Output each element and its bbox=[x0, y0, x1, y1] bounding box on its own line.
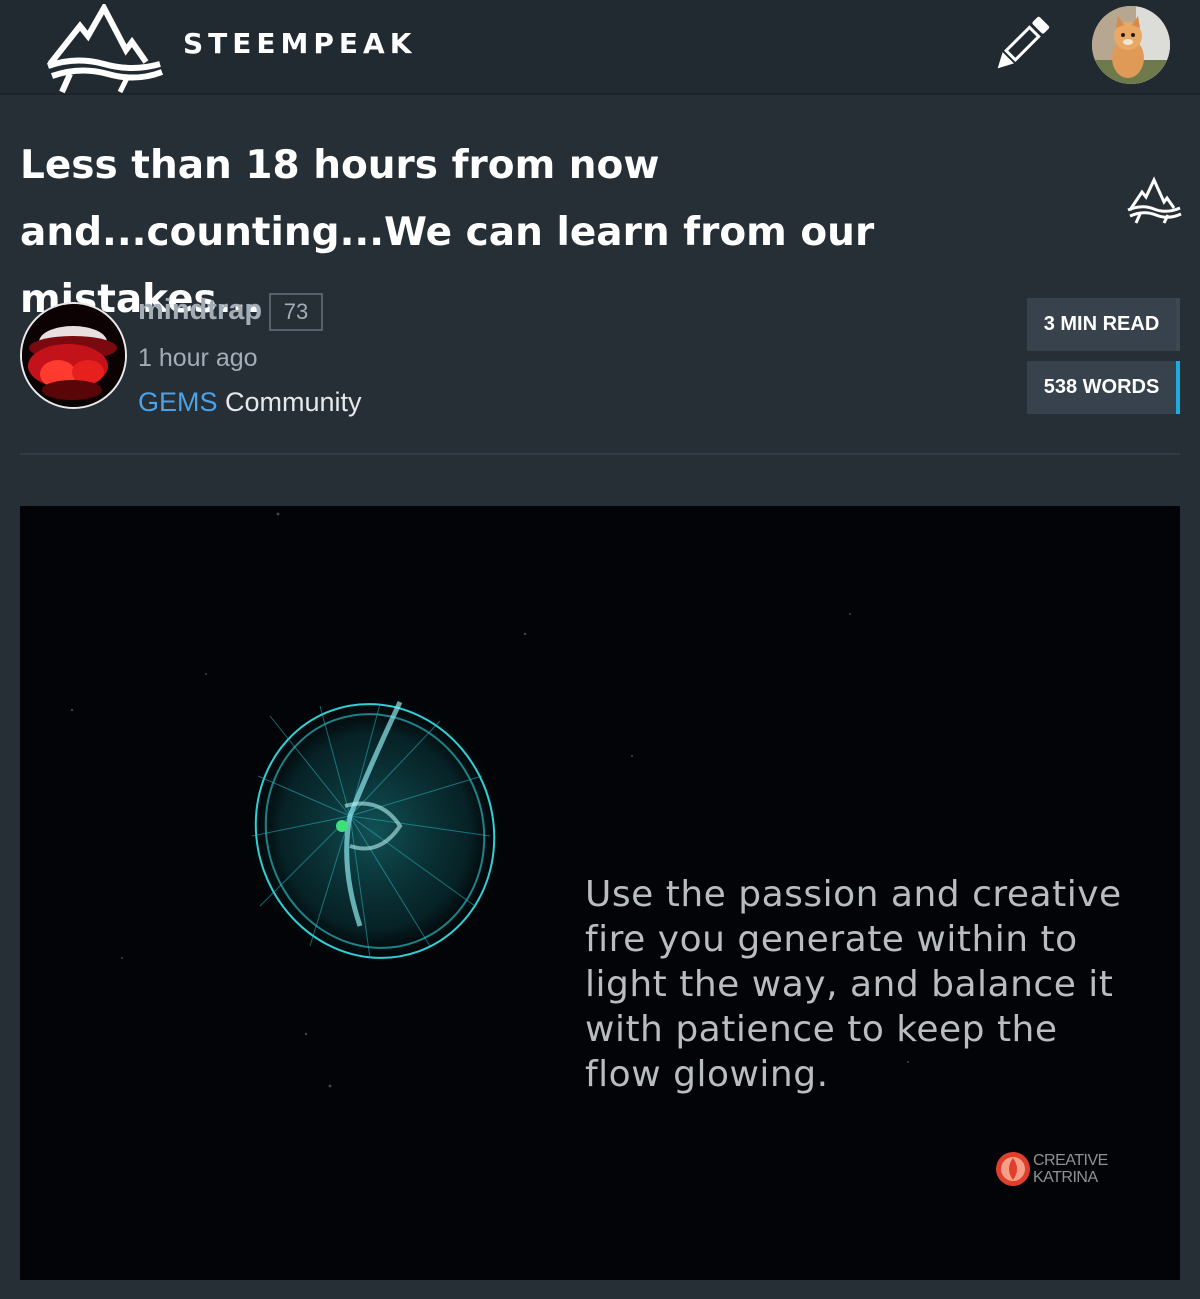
user-avatar[interactable] bbox=[1092, 6, 1170, 84]
post-hero-image[interactable]: Use the passion and creative fire you ge… bbox=[20, 506, 1180, 1280]
image-quote-text: Use the passion and creative fire you ge… bbox=[585, 874, 1122, 1095]
steempeak-logo-icon[interactable] bbox=[46, 4, 164, 94]
watermark-line-1: CREATIVE bbox=[1033, 1152, 1108, 1169]
brand-name[interactable]: STEEMPEAK bbox=[183, 27, 416, 60]
read-time-badge: 3 MIN READ bbox=[1027, 298, 1180, 351]
community-line: GEMS Community bbox=[138, 387, 362, 418]
steempeak-badge-icon bbox=[1127, 176, 1182, 224]
community-link[interactable]: GEMS bbox=[138, 387, 218, 417]
reputation-badge: 73 bbox=[269, 293, 323, 331]
community-suffix: Community bbox=[225, 387, 362, 417]
author-name-link[interactable]: mindtrap bbox=[138, 294, 262, 327]
divider bbox=[20, 453, 1180, 455]
watermark-line-2: KATRINA bbox=[1033, 1169, 1098, 1186]
top-navbar: STEEMPEAK bbox=[0, 0, 1200, 95]
kitten-avatar-icon bbox=[1092, 6, 1170, 84]
creative-katrina-watermark: CREATIVE KATRINA bbox=[995, 1151, 1125, 1191]
flame-logo-icon bbox=[996, 1152, 1030, 1186]
author-avatar[interactable] bbox=[20, 302, 127, 409]
post-timestamp[interactable]: 1 hour ago bbox=[138, 344, 258, 373]
word-count-badge: 538 WORDS bbox=[1027, 361, 1180, 414]
pencil-icon[interactable] bbox=[990, 14, 1052, 76]
red-nebula-avatar-icon bbox=[22, 304, 125, 407]
